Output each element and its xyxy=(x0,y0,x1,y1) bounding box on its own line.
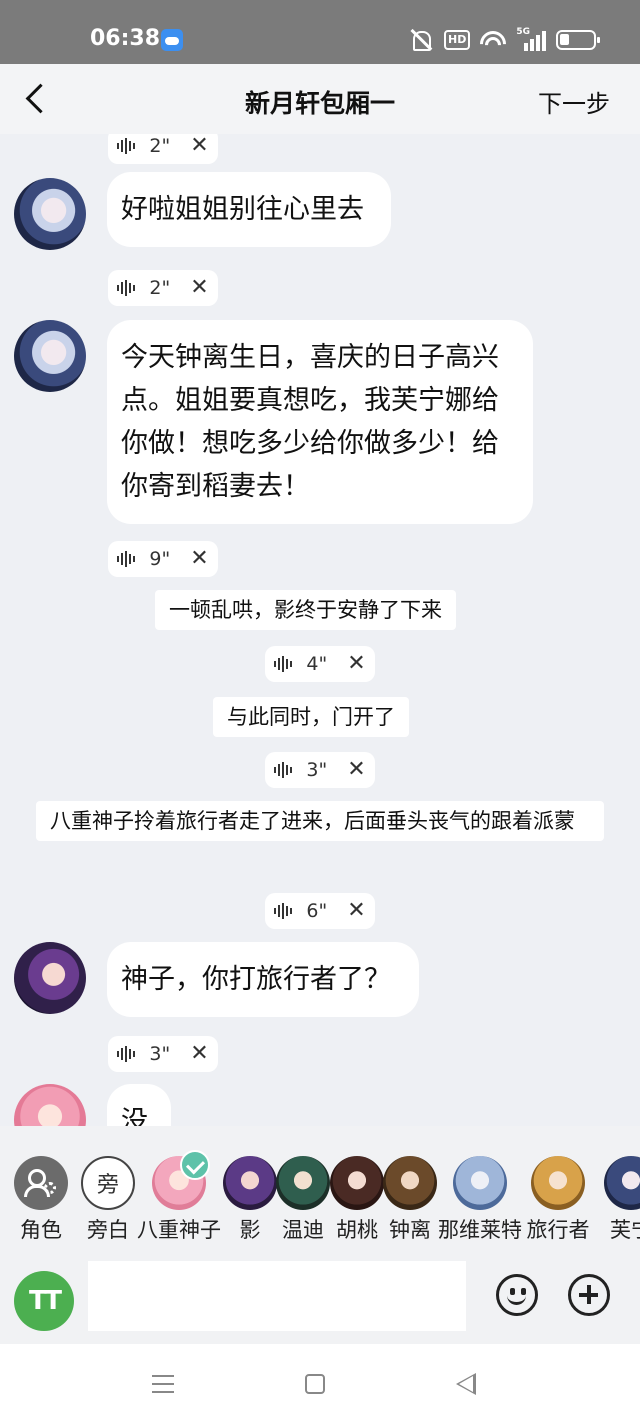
voice-duration: 9" xyxy=(149,548,171,570)
voice-duration: 3" xyxy=(306,759,328,781)
character-furina[interactable]: 芙宁 xyxy=(596,1126,640,1248)
character-selector: 角色 旁 旁白 八重神子 影 温迪 胡桃 钟离 那维莱特 旅行者 芙宁 xyxy=(0,1126,640,1248)
voice-wave-icon xyxy=(117,280,136,296)
wifi-icon xyxy=(480,29,507,51)
network-type: 5G xyxy=(516,27,530,37)
top-bar: 新月轩包厢一 下一步 xyxy=(0,64,640,134)
voice-chip[interactable]: 3" ✕ xyxy=(265,752,375,788)
mute-icon xyxy=(408,28,434,52)
voice-wave-icon xyxy=(274,762,293,778)
voice-wave-icon xyxy=(274,656,293,672)
home-icon[interactable] xyxy=(305,1374,325,1394)
character-avatar xyxy=(453,1156,507,1210)
status-time: 06:38 xyxy=(90,26,161,51)
avatar-furina[interactable] xyxy=(14,178,86,250)
character-avatar xyxy=(152,1150,210,1210)
status-icons: HD 5G xyxy=(408,27,606,53)
narrator-icon: 旁 xyxy=(81,1156,135,1210)
voice-chip[interactable]: 2" ✕ xyxy=(108,270,218,306)
voice-wave-icon xyxy=(117,1046,136,1062)
avatar-ei[interactable] xyxy=(14,942,86,1014)
close-icon[interactable]: ✕ xyxy=(190,548,208,570)
message-bubble[interactable]: 没 xyxy=(107,1084,171,1126)
battery-icon xyxy=(556,30,601,50)
close-icon[interactable]: ✕ xyxy=(347,759,365,781)
menu-icon[interactable] xyxy=(152,1375,174,1393)
next-step-button[interactable]: 下一步 xyxy=(538,84,610,119)
font-style-button[interactable]: TT xyxy=(14,1271,74,1331)
check-icon xyxy=(180,1150,210,1180)
close-icon[interactable]: ✕ xyxy=(347,900,365,922)
hd-icon: HD xyxy=(444,30,471,50)
narration-text[interactable]: 一顿乱哄，影终于安静了下来 xyxy=(155,590,456,630)
back-triangle-icon[interactable] xyxy=(456,1373,476,1395)
voice-duration: 2" xyxy=(149,277,171,299)
voice-wave-icon xyxy=(117,551,136,567)
close-icon[interactable]: ✕ xyxy=(190,135,208,157)
voice-duration: 4" xyxy=(306,653,328,675)
close-icon[interactable]: ✕ xyxy=(190,277,208,299)
role-settings-icon xyxy=(14,1156,68,1210)
voice-duration: 3" xyxy=(149,1043,171,1065)
close-icon[interactable]: ✕ xyxy=(190,1043,208,1065)
character-avatar xyxy=(604,1156,640,1210)
voice-chip[interactable]: 9" ✕ xyxy=(108,541,218,577)
signal-icon: 5G xyxy=(516,27,547,51)
status-bar: 06:38 HD 5G xyxy=(0,0,640,64)
close-icon[interactable]: ✕ xyxy=(347,653,365,675)
system-nav-bar xyxy=(0,1344,640,1423)
input-bar: TT xyxy=(0,1248,640,1344)
voice-chip[interactable]: 6" ✕ xyxy=(265,893,375,929)
voice-duration: 2" xyxy=(149,135,171,157)
voice-chip[interactable]: 2" ✕ xyxy=(108,134,218,164)
message-input[interactable] xyxy=(88,1261,466,1331)
character-avatar xyxy=(531,1156,585,1210)
narration-text[interactable]: 八重神子拎着旅行者走了进来，后面垂头丧气的跟着派蒙 xyxy=(36,801,604,841)
voice-wave-icon xyxy=(274,903,293,919)
character-label: 芙宁 xyxy=(610,1218,640,1242)
message-bubble[interactable]: 好啦姐姐别往心里去 xyxy=(107,172,391,247)
voice-duration: 6" xyxy=(306,900,328,922)
voice-chip[interactable]: 3" ✕ xyxy=(108,1036,218,1072)
avatar-yae-miko[interactable] xyxy=(14,1084,86,1126)
narration-text[interactable]: 与此同时，门开了 xyxy=(213,697,409,737)
message-bubble[interactable]: 今天钟离生日，喜庆的日子高兴点。姐姐要真想吃，我芙宁娜给你做！想吃多少给你做多少… xyxy=(107,320,533,524)
weather-icon xyxy=(161,29,183,51)
avatar-furina[interactable] xyxy=(14,320,86,392)
voice-wave-icon xyxy=(117,138,136,154)
message-bubble[interactable]: 神子，你打旅行者了？ xyxy=(107,942,419,1017)
add-icon[interactable] xyxy=(568,1274,610,1316)
voice-chip[interactable]: 4" ✕ xyxy=(265,646,375,682)
chat-area[interactable]: 2" ✕ 好啦姐姐别往心里去 2" ✕ 今天钟离生日，喜庆的日子高兴点。姐姐要真… xyxy=(0,134,640,1126)
character-avatar xyxy=(383,1156,437,1210)
emoji-icon[interactable] xyxy=(496,1274,538,1316)
